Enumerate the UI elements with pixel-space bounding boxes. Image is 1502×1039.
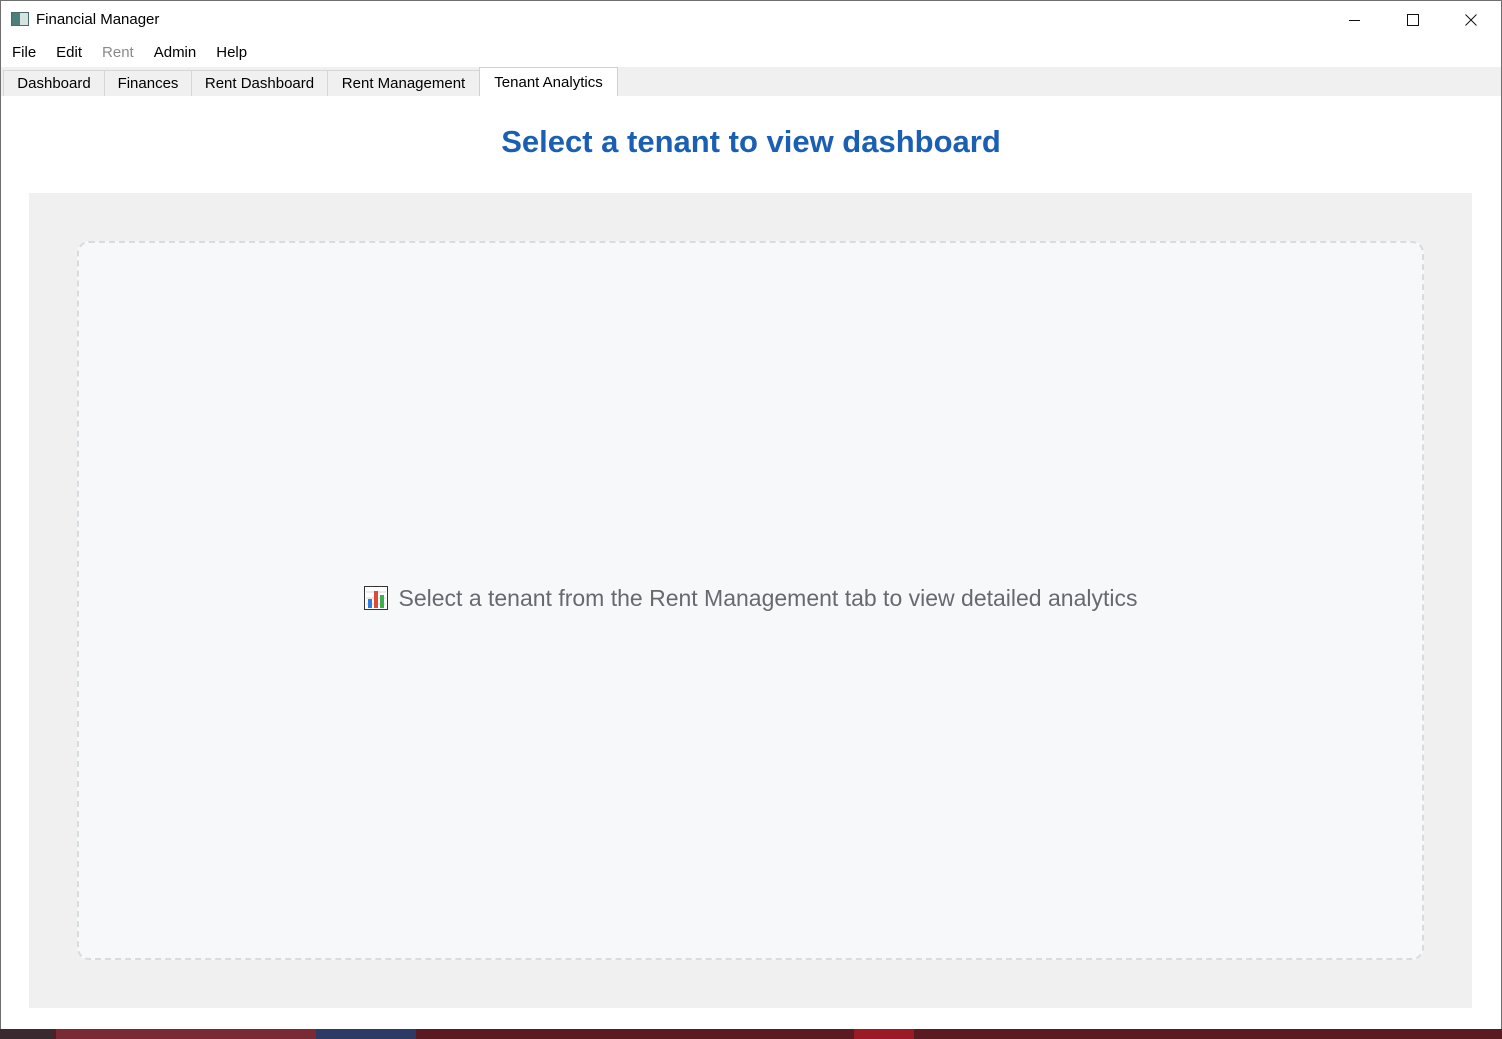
- taskbar-segment: [854, 1029, 914, 1039]
- menu-admin[interactable]: Admin: [144, 40, 207, 65]
- close-button[interactable]: [1442, 1, 1500, 39]
- menu-rent: Rent: [102, 44, 134, 61]
- menu-edit[interactable]: Edit: [46, 40, 92, 65]
- empty-state-text: Select a tenant from the Rent Management…: [398, 585, 1138, 611]
- tenant-analytics-page: Select a tenant to view dashboard Select…: [1, 96, 1501, 1029]
- maximize-button[interactable]: [1384, 1, 1442, 39]
- tab-rent-dashboard[interactable]: Rent Dashboard: [191, 70, 328, 96]
- tab-rent-management[interactable]: Rent Management: [327, 70, 480, 96]
- tab-bar: Dashboard Finances Rent Dashboard Rent M…: [1, 67, 1501, 97]
- taskbar-start-area[interactable]: [0, 1029, 54, 1039]
- empty-state-card: Select a tenant from the Rent Management…: [77, 241, 1424, 960]
- analytics-panel: Select a tenant from the Rent Management…: [29, 193, 1472, 1008]
- minimize-button[interactable]: [1326, 1, 1384, 39]
- taskbar-segment: [56, 1029, 316, 1039]
- maximize-icon: [1407, 14, 1419, 26]
- page-title: Select a tenant to view dashboard: [501, 124, 1001, 159]
- minimize-icon: [1349, 20, 1360, 21]
- empty-state-message: Select a tenant from the Rent Management…: [79, 585, 1422, 612]
- bar-chart-icon: [363, 585, 388, 610]
- taskbar-strip: [0, 1029, 1502, 1039]
- menu-bar: File Edit Rent Admin Help: [1, 39, 1501, 66]
- close-icon: [1465, 14, 1477, 26]
- tab-dashboard[interactable]: Dashboard: [3, 70, 105, 96]
- menu-file[interactable]: File: [2, 40, 46, 65]
- app-window-icon: [11, 12, 29, 26]
- app-window: Financial Manager File Edit Rent Admin H…: [0, 0, 1502, 1030]
- menu-help[interactable]: Help: [206, 40, 257, 65]
- tab-tenant-analytics[interactable]: Tenant Analytics: [479, 67, 618, 97]
- tab-finances[interactable]: Finances: [104, 70, 192, 96]
- title-bar[interactable]: Financial Manager: [1, 1, 1501, 39]
- window-title: Financial Manager: [36, 11, 160, 28]
- taskbar-segment: [316, 1029, 416, 1039]
